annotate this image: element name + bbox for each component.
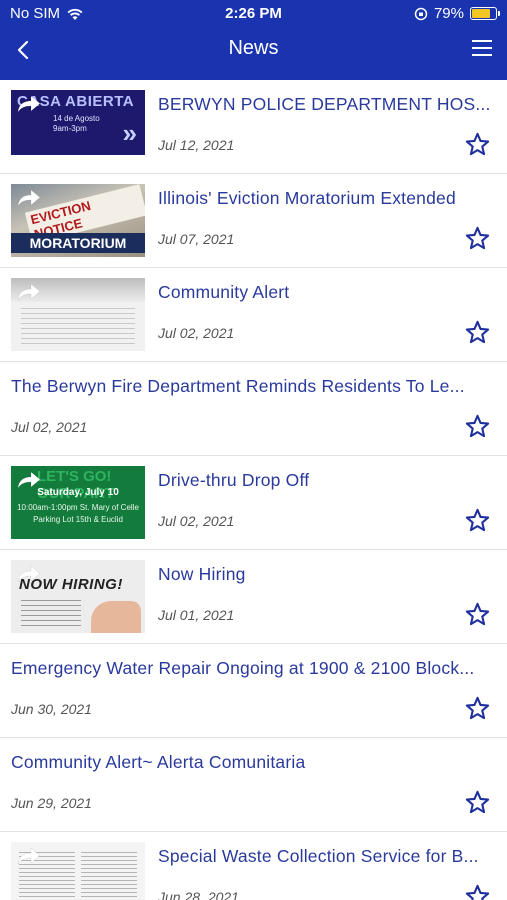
news-thumbnail[interactable] — [11, 278, 145, 351]
document-lines — [21, 308, 135, 346]
news-item[interactable]: CASA ABIERTA 14 de Agosto 9am-3pm» BERWYN P… — [0, 80, 507, 174]
news-date: Jun 29, 2021 — [11, 795, 92, 811]
news-thumbnail[interactable]: CASA ABIERTA 14 de Agosto 9am-3pm» — [11, 90, 145, 163]
favorite-star-icon[interactable] — [465, 132, 490, 157]
news-item[interactable]: Community Alert Jul 02, 2021 — [0, 268, 507, 362]
news-date: Jul 07, 2021 — [158, 231, 235, 247]
news-date: Jun 28, 2021 — [158, 889, 239, 900]
news-thumbnail[interactable] — [11, 842, 145, 900]
news-title[interactable]: The Berwyn Fire Department Reminds Resid… — [11, 376, 493, 397]
news-item[interactable]: Emergency Water Repair Ongoing at 1900 &… — [0, 644, 507, 738]
news-item[interactable]: EVICTION NOTICE MORATORIUM Illinois' Evict… — [0, 174, 507, 268]
document-lines — [21, 600, 81, 628]
battery-percent: 79% — [433, 5, 464, 22]
share-icon[interactable] — [16, 94, 42, 114]
thumbnail-line: 10:00am-1:00pm St. Mary of Celle Parking… — [17, 503, 139, 524]
news-item[interactable]: Community Alert~ Alerta Comunitaria Jun 2… — [0, 738, 507, 832]
news-date: Jul 01, 2021 — [158, 607, 235, 623]
document-column — [81, 852, 137, 900]
favorite-star-icon[interactable] — [465, 226, 490, 251]
thumbnail-stripe — [11, 155, 145, 163]
news-title[interactable]: Community Alert~ Alerta Comunitaria — [11, 752, 493, 773]
news-title[interactable]: Emergency Water Repair Ongoing at 1900 &… — [11, 658, 493, 679]
battery-icon — [470, 7, 500, 20]
news-item[interactable]: The Berwyn Fire Department Reminds Resid… — [0, 362, 507, 456]
news-title[interactable]: Illinois' Eviction Moratorium Extended — [158, 188, 493, 209]
news-title[interactable]: Drive-thru Drop Off — [158, 470, 493, 491]
news-thumbnail[interactable]: LET'S GO! OUR PART Saturday, July 10 10:00… — [11, 466, 145, 539]
favorite-star-icon[interactable] — [465, 790, 490, 815]
page-title: News — [228, 37, 279, 59]
news-title[interactable]: Now Hiring — [158, 564, 493, 585]
favorite-star-icon[interactable] — [465, 602, 490, 627]
status-bar: No SIM 2:26 PM 79% — [0, 0, 507, 28]
favorite-star-icon[interactable] — [465, 508, 490, 533]
news-date: Jul 02, 2021 — [158, 513, 235, 529]
favorite-star-icon[interactable] — [465, 414, 490, 439]
news-item[interactable]: NOW HIRING! Now Hiring Jul 01, 2021 — [0, 550, 507, 644]
share-icon[interactable] — [16, 846, 42, 866]
news-item[interactable]: Special Waste Collection Service for B..… — [0, 832, 507, 900]
thumbnail-line: 9am-3pm — [53, 124, 87, 133]
news-title[interactable]: Community Alert — [158, 282, 493, 303]
news-date: Jul 02, 2021 — [158, 325, 235, 341]
favorite-star-icon[interactable] — [465, 320, 490, 345]
news-item[interactable]: LET'S GO! OUR PART Saturday, July 10 10:00… — [0, 456, 507, 550]
share-icon[interactable] — [16, 564, 42, 584]
hamburger-menu-icon[interactable] — [471, 38, 493, 58]
news-thumbnail[interactable]: NOW HIRING! — [11, 560, 145, 633]
hand-graphic — [91, 601, 141, 633]
news-date: Jul 12, 2021 — [158, 137, 235, 153]
news-title[interactable]: BERWYN POLICE DEPARTMENT HOS... — [158, 94, 493, 115]
nav-bar: News — [0, 30, 507, 70]
rotation-lock-icon — [414, 7, 428, 20]
app-header: No SIM 2:26 PM 79% News — [0, 0, 507, 80]
news-date: Jun 30, 2021 — [11, 701, 92, 717]
news-thumbnail[interactable]: EVICTION NOTICE MORATORIUM — [11, 184, 145, 257]
news-date: Jul 02, 2021 — [11, 419, 88, 435]
favorite-star-icon[interactable] — [465, 696, 490, 721]
thumbnail-line: MORATORIUM — [11, 233, 145, 253]
share-icon[interactable] — [16, 188, 42, 208]
news-title[interactable]: Special Waste Collection Service for B..… — [158, 846, 493, 867]
news-list: CASA ABIERTA 14 de Agosto 9am-3pm» BERWYN P… — [0, 80, 507, 900]
thumbnail-line: 14 de Agosto — [53, 114, 100, 123]
battery-level — [472, 9, 491, 18]
share-icon[interactable] — [16, 282, 42, 302]
arrow-graphic: » — [122, 118, 137, 148]
favorite-star-icon[interactable] — [465, 884, 490, 900]
share-icon[interactable] — [16, 470, 42, 490]
